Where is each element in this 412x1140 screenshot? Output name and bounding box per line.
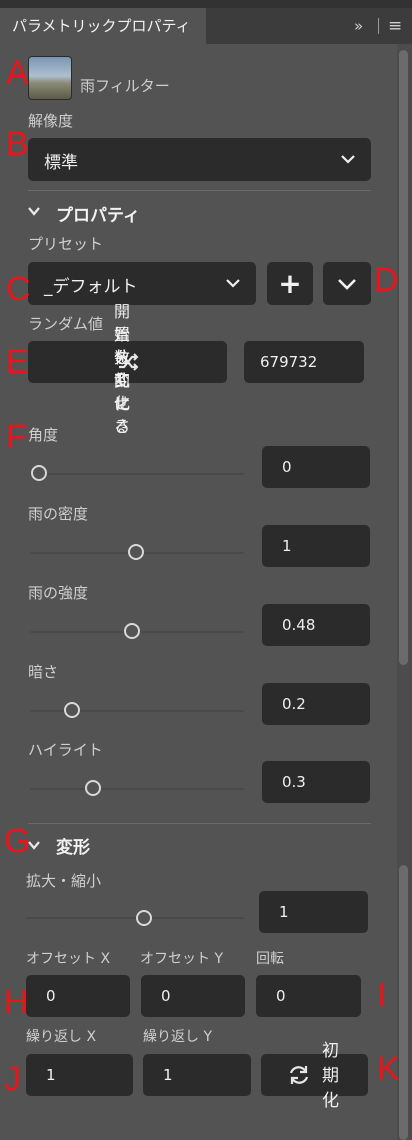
- slider-label: 雨の密度: [28, 505, 89, 523]
- slider-label: 暗さ: [28, 663, 59, 681]
- refresh-icon: [289, 1066, 309, 1084]
- annotation-f: F: [6, 418, 27, 456]
- properties-section-title[interactable]: プロパティ: [56, 201, 140, 226]
- repeat-x-label: 繰り返し X: [26, 1029, 97, 1045]
- repeat-x-field[interactable]: 1: [26, 1054, 133, 1096]
- slider-label: 雨の強度: [28, 584, 89, 602]
- chevron-down-icon: [341, 155, 355, 164]
- double-chevron-icon[interactable]: »: [354, 17, 363, 35]
- transform-section-title[interactable]: 変形: [56, 833, 90, 858]
- annotation-b: B: [6, 125, 29, 163]
- slider-value-field[interactable]: 0.48: [262, 604, 370, 646]
- repeat-y-label: 繰り返し Y: [143, 1029, 213, 1045]
- slider-knob[interactable]: [85, 780, 102, 796]
- rotation-label: 回転: [256, 951, 284, 967]
- preset-value: _デフォルト: [44, 277, 138, 297]
- reset-label-char: 化: [322, 1091, 339, 1111]
- window-top-edge: [0, 0, 412, 8]
- annotation-e: E: [6, 343, 29, 381]
- slider-knob[interactable]: [123, 623, 140, 639]
- panel-tab-bar: パラメトリックプロパティ » ≡: [0, 8, 412, 45]
- rotation-field[interactable]: 0: [256, 975, 361, 1017]
- preset-label: プリセット: [28, 235, 104, 253]
- scale-slider-knob[interactable]: [136, 910, 152, 926]
- reset-label-char: 初: [322, 1041, 339, 1061]
- scale-value-field[interactable]: 1: [259, 891, 368, 933]
- annotation-j: J: [4, 1060, 21, 1098]
- resolution-dropdown[interactable]: 標準: [28, 138, 371, 181]
- slider-value-field[interactable]: 1: [262, 525, 370, 567]
- scale-label: 拡大・縮小: [26, 872, 102, 890]
- panel-tab-tools: » ≡: [352, 8, 412, 44]
- slider-label: ハイライト: [28, 741, 103, 759]
- tab-parametric-properties[interactable]: パラメトリックプロパティ: [0, 8, 206, 45]
- offset-x-field[interactable]: 0: [26, 975, 130, 1017]
- annotation-h: H: [4, 983, 29, 1021]
- preset-dropdown[interactable]: _デフォルト: [28, 262, 256, 305]
- repeat-y-field[interactable]: 1: [143, 1054, 251, 1096]
- reset-button[interactable]: [261, 1054, 368, 1096]
- slider-knob[interactable]: [63, 702, 80, 718]
- scale-slider-track[interactable]: [26, 917, 244, 919]
- resolution-label: 解像度: [28, 112, 74, 130]
- tab-tools-separator: [378, 18, 379, 34]
- annotation-k: K: [377, 1050, 400, 1088]
- scrollbar-thumb-lower[interactable]: [399, 865, 408, 1140]
- reset-label-char: 期: [322, 1066, 339, 1086]
- slider-value-field[interactable]: 0.2: [262, 683, 370, 725]
- offset-y-field[interactable]: 0: [141, 975, 245, 1017]
- filter-thumbnail: [28, 56, 72, 100]
- random-value-field[interactable]: 679732: [244, 341, 364, 383]
- preset-menu-button[interactable]: [323, 262, 371, 305]
- offset-x-label: オフセット X: [26, 951, 111, 967]
- random-value-label: ランダム値: [28, 315, 104, 333]
- chevron-down-icon: [226, 279, 240, 288]
- filter-name: 雨フィルター: [80, 77, 170, 95]
- chevron-down-icon: [338, 278, 356, 290]
- annotation-c: C: [6, 270, 31, 308]
- slider-label: 角度: [28, 426, 59, 444]
- slider-track[interactable]: [30, 788, 244, 790]
- section-divider: [28, 190, 371, 191]
- annotation-d: D: [374, 261, 399, 299]
- collapse-chevron-icon[interactable]: [28, 207, 40, 216]
- offset-y-label: オフセット Y: [140, 951, 224, 967]
- slider-value-field[interactable]: 0.3: [262, 761, 370, 803]
- resolution-value: 標準: [44, 153, 78, 173]
- annotation-i: I: [377, 976, 387, 1014]
- slider-value-field[interactable]: 0: [262, 446, 370, 488]
- annotation-g: G: [4, 822, 31, 860]
- plus-icon: +: [278, 266, 302, 300]
- tooltip-line: せる: [114, 394, 131, 436]
- panel-menu-icon[interactable]: ≡: [388, 16, 402, 36]
- slider-knob[interactable]: [128, 544, 144, 560]
- section-divider: [28, 823, 371, 824]
- slider-track[interactable]: [30, 710, 244, 712]
- add-preset-button[interactable]: +: [267, 262, 313, 305]
- slider-track[interactable]: [30, 473, 244, 475]
- slider-knob[interactable]: [31, 465, 47, 481]
- annotation-a: A: [6, 54, 29, 92]
- scrollbar-thumb-upper[interactable]: [399, 50, 408, 665]
